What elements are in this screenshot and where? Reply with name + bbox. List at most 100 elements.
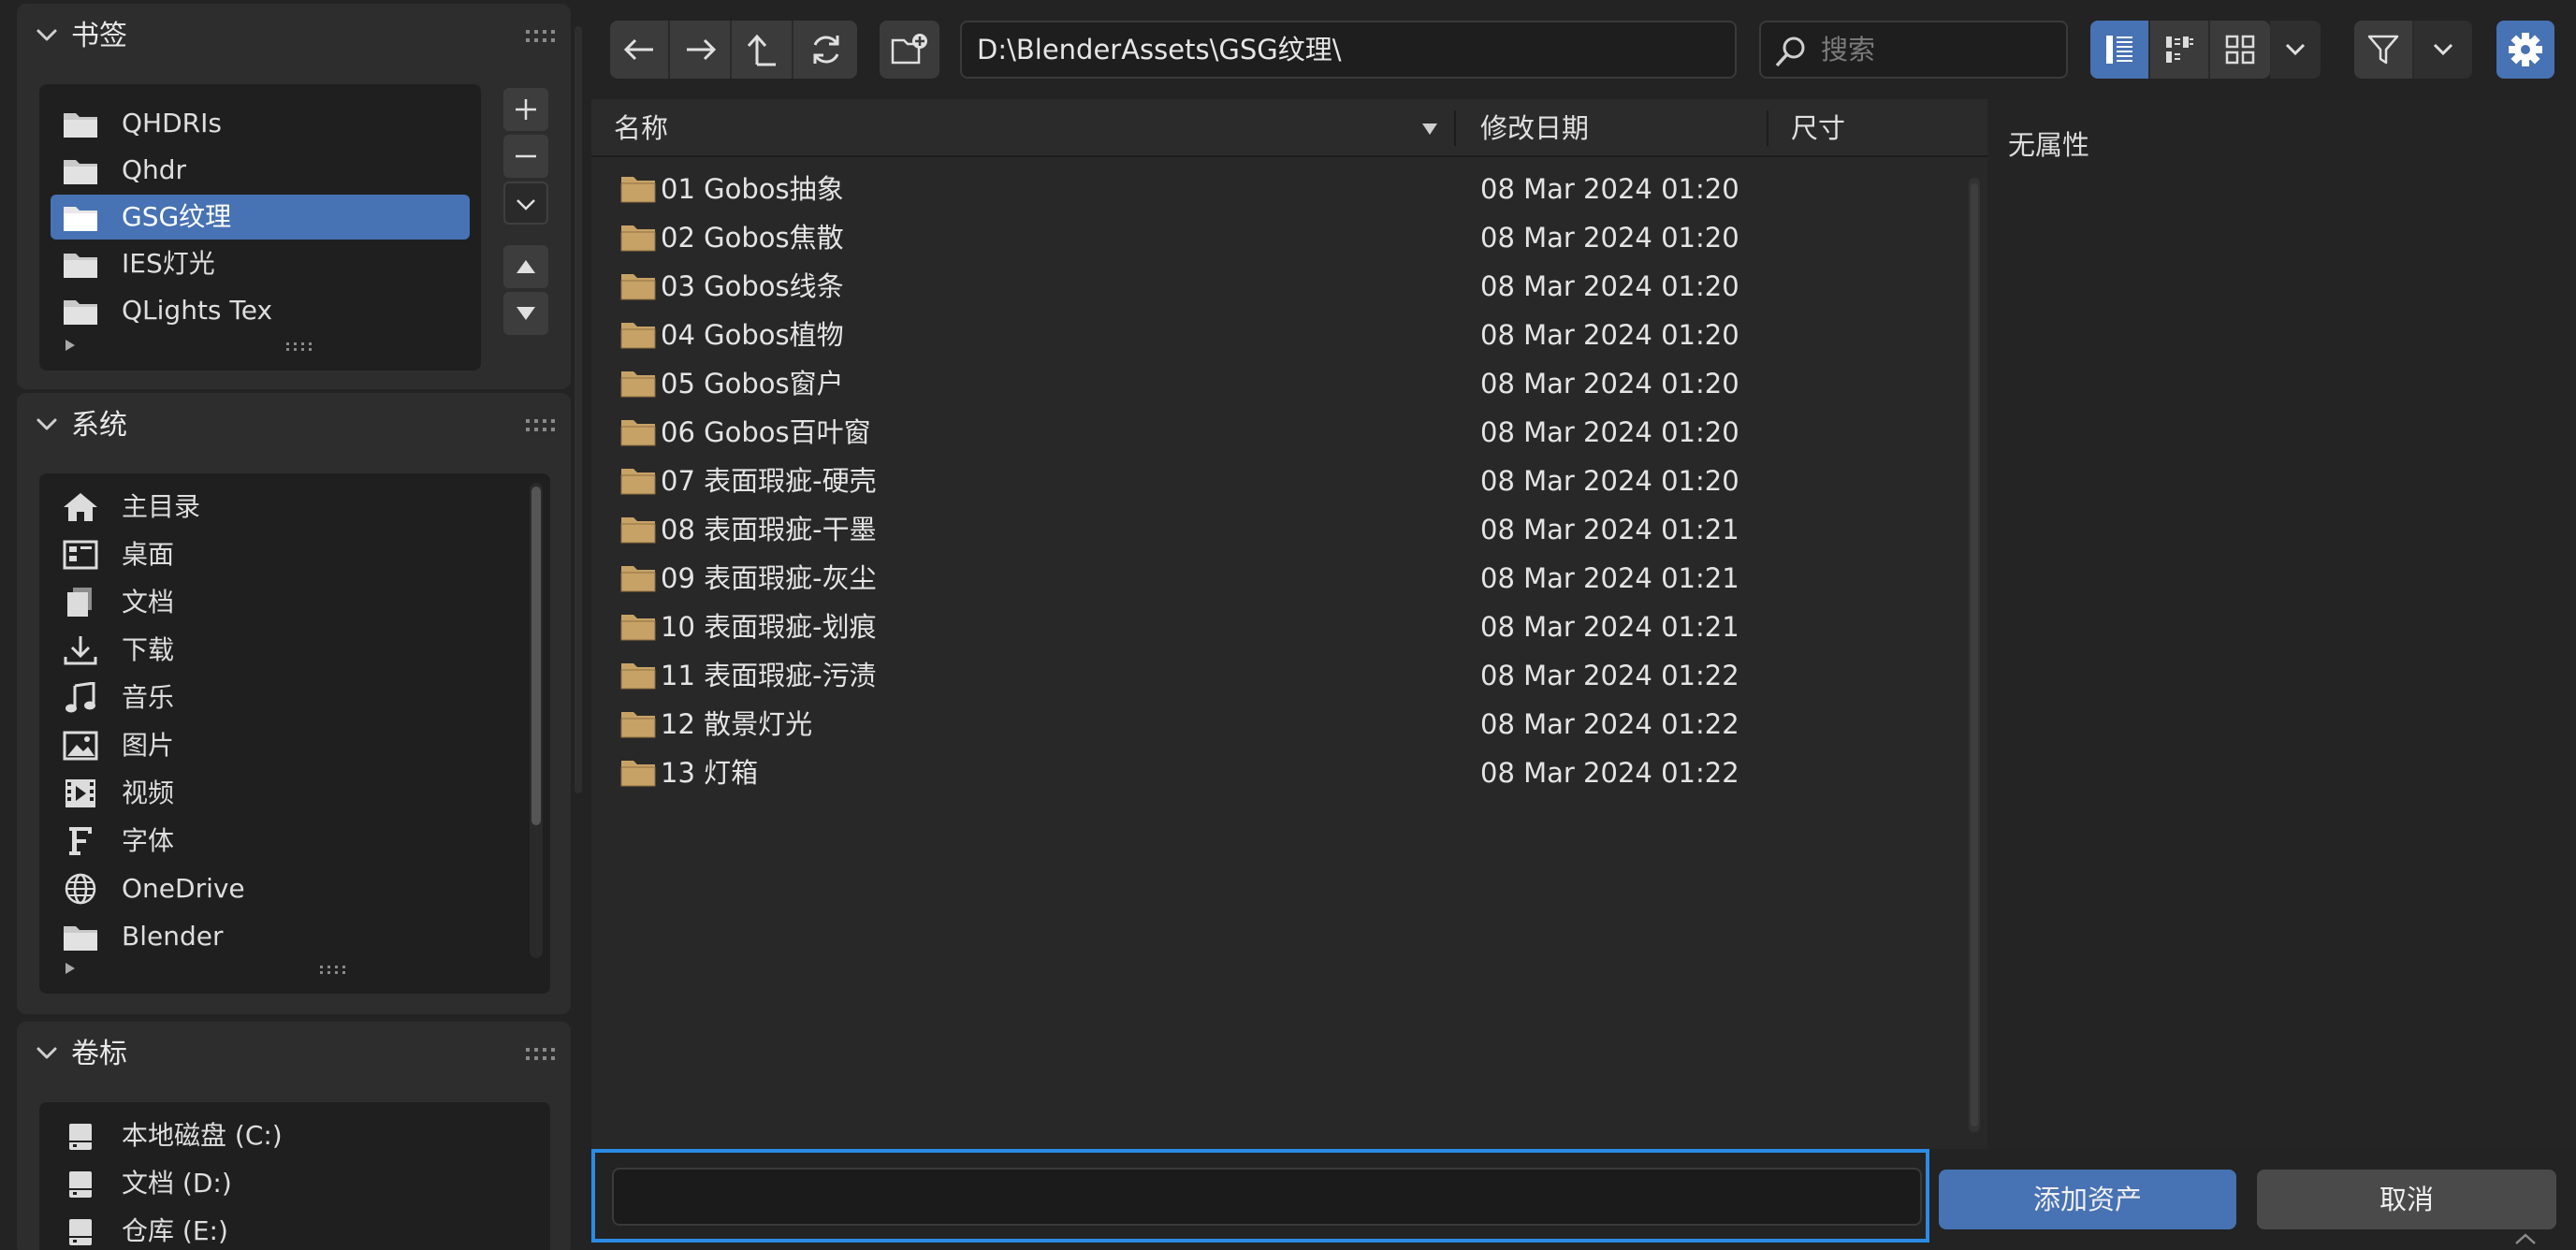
bookmark-item-ies[interactable]: IES灯光 <box>51 241 470 286</box>
folder-icon <box>620 177 656 203</box>
drag-grip-icon[interactable] <box>526 30 556 43</box>
system-item-download[interactable]: 下载 <box>51 628 539 673</box>
filename-input[interactable] <box>612 1168 1922 1226</box>
system-item-music[interactable]: 音乐 <box>51 676 539 720</box>
volume-label: 文档 (D:) <box>122 1168 232 1199</box>
resize-grip-icon[interactable] <box>286 342 314 352</box>
file-row[interactable]: 06 Gobos百叶窗 08 Mar 2024 01:20 <box>591 408 1969 457</box>
file-row[interactable]: 10 表面瑕疵-划痕 08 Mar 2024 01:21 <box>591 603 1969 651</box>
chevron-down-icon[interactable] <box>36 26 58 45</box>
file-row[interactable]: 05 Gobos窗户 08 Mar 2024 01:20 <box>591 359 1969 408</box>
file-row[interactable]: 02 Gobos焦散 08 Mar 2024 01:20 <box>591 213 1969 262</box>
bookmark-item-qhdr[interactable]: Qhdr <box>51 148 470 193</box>
bookmark-item-qlights[interactable]: QLights Tex <box>51 288 470 333</box>
system-item-videos[interactable]: 视频 <box>51 771 539 816</box>
cancel-button[interactable]: 取消 <box>2257 1170 2556 1229</box>
volume-item-e[interactable]: 仓库 (E:) <box>51 1209 539 1250</box>
folder-icon <box>620 323 656 349</box>
file-row[interactable]: 04 Gobos植物 08 Mar 2024 01:20 <box>591 311 1969 359</box>
filter-button[interactable] <box>2354 21 2414 79</box>
system-label: Blender <box>122 921 224 952</box>
scrollbar-thumb[interactable] <box>531 487 541 825</box>
drag-grip-icon[interactable] <box>526 1048 556 1061</box>
file-row[interactable]: 07 表面瑕疵-硬壳 08 Mar 2024 01:20 <box>591 457 1969 505</box>
file-name: 04 Gobos植物 <box>661 319 844 351</box>
file-browser: 名称 修改日期 尺寸 01 Gobos抽象 08 Mar 2024 01:20 02… <box>591 99 1987 1149</box>
expand-arrow-icon[interactable] <box>64 339 77 352</box>
new-folder-group <box>880 21 939 79</box>
new-folder-button[interactable] <box>880 21 939 79</box>
system-item-blender[interactable]: Blender <box>51 914 539 959</box>
column-modified[interactable]: 修改日期 <box>1480 99 1589 157</box>
file-row[interactable]: 03 Gobos线条 08 Mar 2024 01:20 <box>591 262 1969 311</box>
settings-button[interactable] <box>2496 21 2554 79</box>
file-date: 08 Mar 2024 01:20 <box>1480 173 1739 205</box>
file-row[interactable]: 13 灯箱 08 Mar 2024 01:22 <box>591 749 1969 797</box>
system-header[interactable]: 系统 <box>17 393 571 458</box>
system-item-pictures[interactable]: 图片 <box>51 723 539 768</box>
system-item-home[interactable]: 主目录 <box>51 485 539 530</box>
vertical-list-button[interactable] <box>2090 21 2150 79</box>
column-size[interactable]: 尺寸 <box>1791 99 1845 157</box>
move-up-button[interactable] <box>503 245 548 288</box>
bookmarks-title: 书签 <box>71 20 127 52</box>
thumbnails-button[interactable] <box>2210 21 2270 79</box>
display-mode-group <box>2090 21 2270 79</box>
remove-bookmark-button[interactable] <box>503 135 548 178</box>
refresh-button[interactable] <box>795 21 857 79</box>
add-bookmark-button[interactable] <box>503 88 548 131</box>
column-divider[interactable] <box>1454 110 1456 146</box>
display-settings-dropdown[interactable] <box>2270 21 2321 79</box>
file-row[interactable]: 12 散景灯光 08 Mar 2024 01:22 <box>591 700 1969 749</box>
sort-descending-icon[interactable] <box>1420 122 1439 137</box>
add-asset-button[interactable]: 添加资产 <box>1939 1170 2236 1229</box>
file-date: 08 Mar 2024 01:21 <box>1480 514 1739 545</box>
volume-item-d[interactable]: 文档 (D:) <box>51 1161 539 1206</box>
directory-path-input[interactable]: D:\BlenderAssets\GSG纹理\ <box>960 21 1737 79</box>
plus-icon <box>516 99 536 120</box>
file-name: 11 表面瑕疵-污渍 <box>661 660 877 691</box>
scrollbar-thumb[interactable] <box>1971 183 1978 1126</box>
chevron-down-icon[interactable] <box>36 415 58 434</box>
refresh-icon <box>813 36 839 64</box>
file-row[interactable]: 01 Gobos抽象 08 Mar 2024 01:20 <box>591 165 1969 213</box>
system-scrollbar[interactable] <box>530 483 543 958</box>
system-label: 桌面 <box>122 539 175 570</box>
parent-directory-button[interactable] <box>734 21 793 79</box>
arrow-left-icon <box>623 38 653 61</box>
file-row[interactable]: 08 表面瑕疵-干墨 08 Mar 2024 01:21 <box>591 505 1969 554</box>
filter-icon <box>2367 35 2399 65</box>
gear-icon <box>2509 33 2542 66</box>
back-button[interactable] <box>610 21 670 79</box>
chevron-down-icon[interactable] <box>36 1044 58 1063</box>
resize-grip-icon[interactable] <box>320 966 348 975</box>
system-item-documents[interactable]: 文档 <box>51 580 539 625</box>
drag-grip-icon[interactable] <box>526 419 556 432</box>
file-name: 08 表面瑕疵-干墨 <box>661 514 877 545</box>
chevron-up-icon[interactable] <box>2513 1231 2538 1246</box>
bookmark-item-qhdris[interactable]: QHDRIs <box>51 101 470 146</box>
file-list-scrollbar[interactable] <box>1969 178 1980 1132</box>
filter-dropdown[interactable] <box>2414 21 2472 79</box>
system-item-fonts[interactable]: 字体 <box>51 819 539 864</box>
bookmarks-header[interactable]: 书签 <box>17 4 571 69</box>
column-divider[interactable] <box>1767 110 1768 146</box>
bookmark-item-gsg[interactable]: GSG纹理 <box>51 195 470 240</box>
bookmark-menu-button[interactable] <box>503 182 548 225</box>
horizontal-list-button[interactable] <box>2150 21 2210 79</box>
column-name[interactable]: 名称 <box>614 99 668 157</box>
file-row[interactable]: 11 表面瑕疵-污渍 08 Mar 2024 01:22 <box>591 651 1969 700</box>
folder-icon <box>620 469 656 495</box>
system-item-onedrive[interactable]: OneDrive <box>51 866 539 911</box>
sidebar-splitter[interactable] <box>575 26 582 793</box>
volumes-title: 卷标 <box>71 1038 127 1070</box>
system-item-desktop[interactable]: 桌面 <box>51 532 539 577</box>
volume-item-c[interactable]: 本地磁盘 (C:) <box>51 1113 539 1158</box>
expand-arrow-icon[interactable] <box>64 962 77 975</box>
move-down-button[interactable] <box>503 292 548 335</box>
file-row[interactable]: 09 表面瑕疵-灰尘 08 Mar 2024 01:21 <box>591 554 1969 603</box>
forward-button[interactable] <box>672 21 732 79</box>
volumes-header[interactable]: 卷标 <box>17 1022 571 1087</box>
folder-icon <box>620 566 656 592</box>
search-input[interactable]: 搜索 <box>1759 21 2068 79</box>
